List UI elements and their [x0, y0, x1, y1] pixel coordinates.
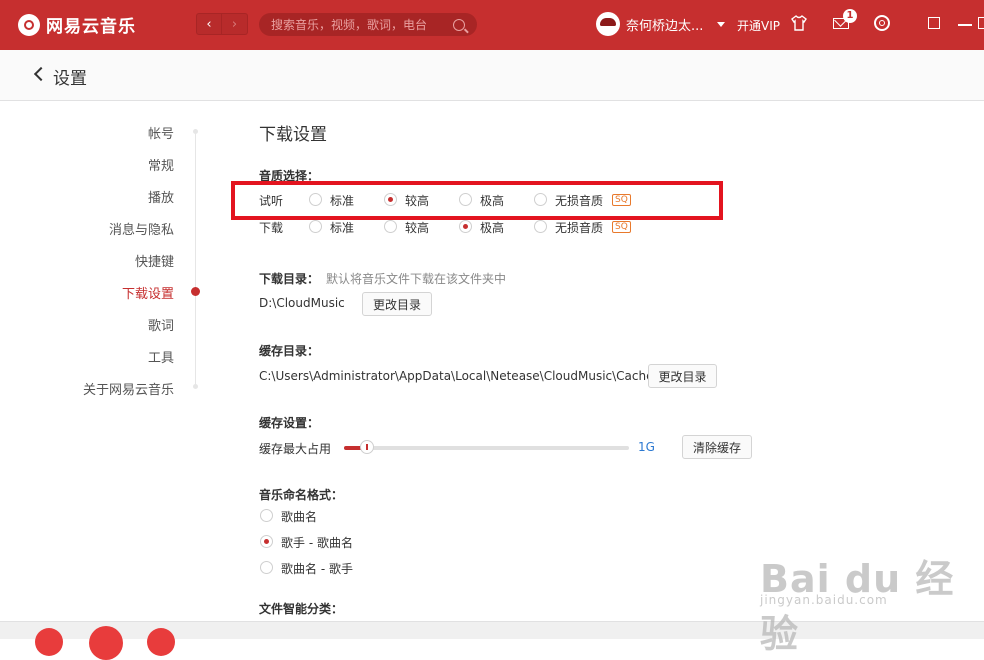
download-higher-radio[interactable] [384, 220, 397, 233]
settings-header [0, 50, 984, 101]
forward-nav-button[interactable]: › [222, 13, 248, 35]
download-standard-radio[interactable] [309, 220, 322, 233]
smart-classify-label: 文件智能分类： [259, 602, 344, 616]
clear-cache-button[interactable]: 清除缓存 [682, 435, 752, 459]
cache-settings-label: 缓存设置： [259, 416, 320, 430]
cache-size-value: 1G [638, 440, 655, 454]
highlight-box [231, 181, 723, 220]
download-lossless-radio[interactable] [534, 220, 547, 233]
sidebar-item-privacy[interactable]: 消息与隐私 [109, 219, 174, 238]
cache-dir-label: 缓存目录： [259, 344, 320, 358]
username[interactable]: 奈何桥边太... [626, 15, 703, 34]
chevron-right-icon: › [231, 16, 238, 32]
naming-artist-song-label[interactable]: 歌手 - 歌曲名 [281, 534, 353, 551]
history-nav: ‹ › [196, 13, 248, 35]
naming-format-label: 音乐命名格式： [259, 488, 344, 502]
sidebar-item-general[interactable]: 常规 [148, 155, 174, 174]
sidebar-item-lyrics[interactable]: 歌词 [148, 315, 174, 334]
back-nav-button[interactable]: ‹ [196, 13, 222, 35]
sidebar-item-tools[interactable]: 工具 [148, 347, 174, 366]
maximize-icon[interactable] [978, 17, 984, 29]
mail-badge: 1 [843, 9, 857, 23]
chevron-left-icon: ‹ [206, 16, 212, 32]
cache-size-slider[interactable] [344, 440, 629, 454]
sidebar-track [195, 131, 196, 387]
sidebar-item-download[interactable]: 下载设置 [122, 283, 174, 302]
prev-button[interactable] [35, 628, 63, 656]
cache-dir-path: C:\Users\Administrator\AppData\Local\Net… [259, 369, 654, 383]
page-title: 设置 [53, 69, 87, 89]
search-input[interactable] [269, 16, 453, 33]
user-menu[interactable]: 奈何桥边太... [596, 12, 726, 36]
download-lossless-label[interactable]: 无损音质 [555, 219, 603, 236]
cache-slider-handle[interactable] [359, 440, 374, 454]
download-extreme-radio[interactable] [459, 220, 472, 233]
sq-badge: SQ [612, 221, 631, 233]
download-higher-label[interactable]: 较高 [405, 219, 429, 236]
sidebar-item-about[interactable]: 关于网易云音乐 [83, 379, 174, 398]
change-cache-dir-button[interactable]: 更改目录 [648, 364, 717, 388]
vip-button[interactable]: 开通VIP [737, 17, 780, 34]
app-name: 网易云音乐 [46, 17, 136, 37]
caret-down-icon[interactable] [717, 21, 726, 27]
app-logo[interactable]: 网易云音乐 [18, 12, 136, 37]
naming-song-artist-label[interactable]: 歌曲名 - 歌手 [281, 560, 353, 577]
sidebar-dot [193, 129, 198, 134]
search-box[interactable] [259, 13, 477, 36]
naming-song-artist-radio[interactable] [260, 561, 273, 574]
download-extreme-label[interactable]: 极高 [480, 219, 504, 236]
avatar[interactable] [596, 12, 620, 36]
play-button[interactable] [89, 626, 123, 660]
naming-artist-song-radio[interactable] [260, 535, 273, 548]
naming-song-label[interactable]: 歌曲名 [281, 508, 317, 525]
sidebar-active-dot [191, 287, 200, 296]
gear-icon[interactable] [874, 15, 890, 31]
naming-song-radio[interactable] [260, 509, 273, 522]
netease-logo-icon [18, 13, 40, 36]
download-label: 下载 [259, 221, 284, 235]
sidebar-item-shortcuts[interactable]: 快捷键 [135, 251, 174, 270]
search-icon[interactable] [453, 18, 465, 31]
cache-max-label: 缓存最大占用 [259, 442, 332, 456]
baidu-watermark-url: jingyan.baidu.com [760, 593, 888, 607]
mini-mode-icon[interactable] [928, 17, 940, 29]
download-dir-hint: 默认将音乐文件下载在该文件夹中 [326, 272, 507, 286]
download-standard-label[interactable]: 标准 [330, 219, 354, 236]
change-download-dir-button[interactable]: 更改目录 [362, 292, 432, 316]
sidebar-item-playback[interactable]: 播放 [148, 187, 174, 206]
section-title: 下载设置 [259, 125, 327, 145]
download-dir-label: 下载目录： [259, 272, 320, 286]
minimize-icon[interactable] [958, 24, 972, 26]
skin-icon[interactable] [790, 14, 808, 32]
sidebar-dot [193, 384, 198, 389]
title-bar: 网易云音乐 ‹ › 奈何桥边太... 开通VIP 1 [0, 0, 984, 50]
sidebar-item-account[interactable]: 帐号 [148, 123, 174, 142]
next-button[interactable] [147, 628, 175, 656]
download-dir-path: D:\CloudMusic [259, 296, 345, 310]
